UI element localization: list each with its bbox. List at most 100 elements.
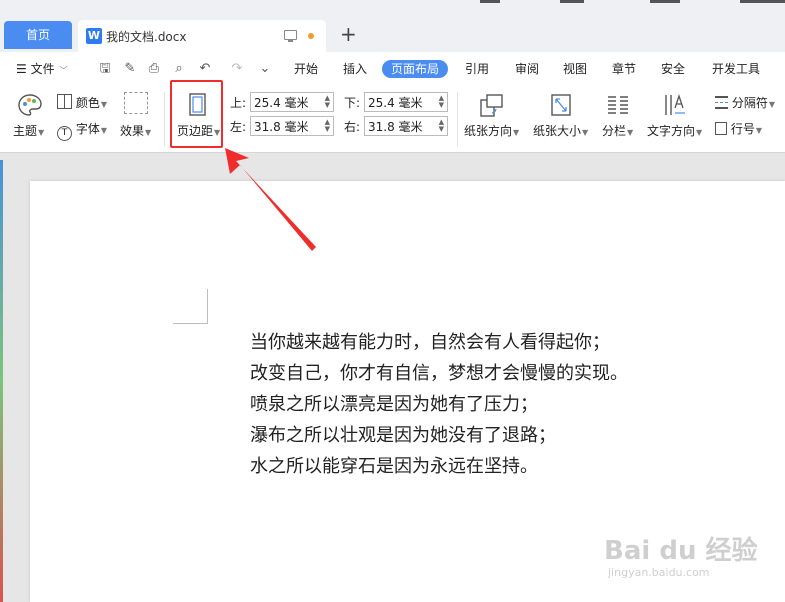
columns-button[interactable]: 分栏▼ — [602, 122, 633, 139]
margin-corner-mark — [173, 289, 208, 324]
theme-label: 主题 — [13, 124, 38, 138]
ribbon-page-layout: 主题▼ 颜色▼ T 字体▼ 效果▼ 页边距▼ 上: 25.4 毫米 ▲ ▼ 左: 3… — [0, 86, 785, 152]
line-number-button[interactable]: 行号▼ — [715, 120, 762, 137]
top-strip — [480, 0, 500, 3]
file-menu-button[interactable]: ☰ 文件 ﹀ — [16, 60, 67, 77]
margins-highlight-box — [170, 80, 223, 148]
document-line[interactable]: 当你越来越有能力时，自然会有人看得起你； — [250, 327, 628, 358]
menu-row: ☰ 文件 ﹀ 🖫 ✎ ⎙ ⌕ ↶ ↷ ⌄ 开始 插入 页面布局 引用 审阅 视图… — [0, 52, 785, 86]
bottom-margin-value: 25.4 毫米 — [368, 96, 423, 110]
chevron-down-icon: ▼ — [696, 128, 703, 137]
undo-icon[interactable]: ↶ — [197, 61, 213, 77]
separator-button[interactable]: 分隔符▼ — [715, 94, 775, 111]
left-margin-input[interactable]: 31.8 毫米 ▲ ▼ — [250, 116, 334, 136]
chevron-down-icon: ▼ — [582, 128, 589, 137]
baidu-watermark-url: jingyan.baidu.com — [608, 566, 710, 579]
orientation-icon[interactable] — [478, 92, 504, 118]
format-painter-icon[interactable]: ✎ — [122, 61, 138, 77]
chevron-down-icon: ▼ — [513, 128, 520, 137]
word-doc-icon: W — [86, 28, 102, 44]
separator-label: 分隔符 — [731, 96, 768, 110]
color-label: 颜色 — [75, 96, 100, 110]
tab-chapter[interactable]: 章节 — [612, 60, 636, 78]
text-direction-label: 文字方向 — [647, 124, 696, 138]
font-theme-button[interactable]: T 字体▼ — [57, 120, 107, 141]
right-margin-label: 右: — [344, 120, 361, 134]
line-number-label: 行号 — [730, 122, 755, 136]
left-margin-value: 31.8 毫米 — [254, 120, 309, 134]
spinner-arrows-icon[interactable]: ▲ ▼ — [325, 119, 330, 133]
redo-icon[interactable]: ↷ — [229, 61, 245, 77]
paper-size-button[interactable]: 纸张大小▼ — [533, 122, 588, 139]
print-preview-icon[interactable]: ⌕ — [171, 61, 187, 77]
tab-start[interactable]: 开始 — [294, 60, 318, 78]
chevron-down-icon: ▼ — [145, 128, 152, 137]
paper-size-icon[interactable] — [548, 92, 574, 118]
left-edge-strip — [0, 160, 3, 602]
paper-size-label: 纸张大小 — [533, 124, 582, 138]
effects-icon[interactable] — [124, 92, 148, 114]
tab-home[interactable]: 首页 — [4, 21, 72, 49]
font-t-icon: T — [57, 126, 72, 141]
tab-insert[interactable]: 插入 — [343, 60, 367, 78]
line-number-icon — [715, 122, 727, 135]
save-icon[interactable]: 🖫 — [97, 61, 113, 77]
chevron-down-icon: ▼ — [627, 128, 634, 137]
theme-button[interactable]: 主题▼ — [13, 122, 44, 139]
orientation-button[interactable]: 纸张方向▼ — [464, 122, 519, 139]
tab-review[interactable]: 审阅 — [515, 60, 539, 78]
document-line[interactable]: 改变自己，你才有自信，梦想才会慢慢的实现。 — [250, 358, 628, 389]
chevron-down-icon: ▼ — [768, 100, 775, 109]
tab-security[interactable]: 安全 — [661, 60, 685, 78]
palette-icon[interactable] — [17, 92, 43, 118]
text-direction-button[interactable]: 文字方向▼ — [647, 122, 702, 139]
document-tab-title: 我的文档.docx — [106, 30, 187, 44]
monitor-icon[interactable] — [284, 30, 297, 42]
effects-button[interactable]: 效果▼ — [120, 122, 151, 139]
tab-developer-tools[interactable]: 开发工具 — [712, 60, 760, 78]
effects-label: 效果 — [120, 124, 145, 138]
top-strip — [560, 0, 584, 3]
chevron-down-icon: ▼ — [38, 128, 45, 137]
spinner-arrows-icon[interactable]: ▲ ▼ — [439, 119, 444, 133]
tab-view[interactable]: 视图 — [563, 60, 587, 78]
chevron-down-icon: ﹀ — [59, 66, 68, 75]
color-grid-icon — [57, 94, 72, 109]
tab-page-layout[interactable]: 页面布局 — [382, 60, 449, 78]
document-line[interactable]: 水之所以能穿石是因为永远在坚持。 — [250, 451, 628, 482]
divider — [457, 92, 458, 146]
toolbar: ☰ 文件 ﹀ 🖫 ✎ ⎙ ⌕ ↶ ↷ ⌄ 开始 插入 页面布局 引用 审阅 视图… — [0, 52, 785, 153]
chevron-down-icon: ▼ — [755, 126, 762, 135]
top-strip — [740, 0, 785, 3]
new-tab-button[interactable]: + — [340, 24, 357, 44]
hamburger-icon: ☰ — [16, 62, 27, 76]
spinner-arrows-icon[interactable]: ▲ ▼ — [325, 95, 330, 109]
orientation-label: 纸张方向 — [464, 124, 513, 138]
text-direction-icon[interactable] — [662, 92, 688, 118]
baidu-watermark: Bai du 经验 — [604, 536, 758, 566]
top-strip — [650, 0, 680, 3]
unsaved-dot-icon — [308, 33, 314, 39]
columns-icon[interactable] — [605, 92, 631, 118]
spinner-arrows-icon[interactable]: ▲ ▼ — [439, 95, 444, 109]
top-margin-value: 25.4 毫米 — [254, 96, 309, 110]
top-margin-input[interactable]: 25.4 毫米 ▲ ▼ — [250, 92, 334, 112]
chevron-down-icon: ▼ — [100, 126, 107, 135]
document-content[interactable]: 当你越来越有能力时，自然会有人看得起你； 改变自己，你才有自信，梦想才会慢慢的实… — [250, 327, 628, 482]
columns-label: 分栏 — [602, 124, 627, 138]
print-icon[interactable]: ⎙ — [146, 61, 162, 77]
file-menu-label: 文件 — [30, 62, 55, 76]
tab-document[interactable]: W 我的文档.docx — [78, 20, 326, 52]
color-button[interactable]: 颜色▼ — [57, 94, 107, 111]
document-line[interactable]: 喷泉之所以漂亮是因为她有了压力； — [250, 389, 628, 420]
right-margin-input[interactable]: 31.8 毫米 ▲ ▼ — [364, 116, 448, 136]
tab-references[interactable]: 引用 — [465, 60, 489, 78]
left-margin-label: 左: — [230, 120, 247, 134]
document-line[interactable]: 瀑布之所以壮观是因为她没有了退路； — [250, 420, 628, 451]
title-bar: 首页 W 我的文档.docx + — [0, 0, 785, 52]
chevron-down-icon: ▼ — [100, 100, 107, 109]
font-label: 字体 — [75, 122, 100, 136]
divider — [164, 92, 165, 146]
customize-dropdown-icon[interactable]: ⌄ — [257, 61, 273, 77]
bottom-margin-input[interactable]: 25.4 毫米 ▲ ▼ — [364, 92, 448, 112]
